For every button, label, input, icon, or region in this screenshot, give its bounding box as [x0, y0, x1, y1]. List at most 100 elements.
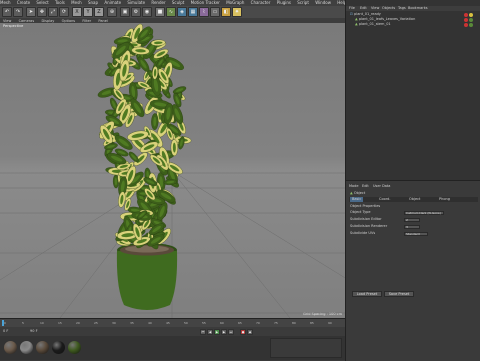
object-manager: File Edit View Objects Tags Bookmarks ⊡ …: [345, 0, 480, 180]
texture-tag-icon[interactable]: [469, 18, 473, 22]
subdivision-renderer-field[interactable]: 3: [404, 225, 420, 229]
om-menu-item[interactable]: Edit: [360, 6, 367, 11]
tab-phong[interactable]: Phong: [439, 197, 450, 202]
render-settings-icon[interactable]: ⚙: [131, 7, 141, 17]
y-axis-icon[interactable]: Y: [83, 7, 93, 17]
prev-frame-icon[interactable]: ◀: [207, 329, 213, 335]
timeline-tick-label: 25: [94, 321, 98, 325]
subdivide-uvs-select[interactable]: Standard: [404, 232, 428, 236]
timeline[interactable]: 0 5 10 15 20 25 30 35 40 45 50 55 60 65 70 75 80 85 90 0 F…: [0, 318, 345, 337]
timeline-tick-label: 35: [130, 321, 134, 325]
phong-tag-icon[interactable]: [469, 13, 473, 17]
viewport[interactable]: Perspective Grid Spacing : 100 cm: [0, 23, 345, 318]
field-label: Subdivide UVs: [350, 231, 376, 235]
tab-basic[interactable]: Basic: [350, 197, 364, 202]
end-frame[interactable]: 90 F: [30, 329, 38, 333]
plant-foliage: [97, 23, 192, 250]
object-type-select[interactable]: Catmull-Clark (N-Gons): [404, 211, 444, 215]
timeline-tick-label: 55: [202, 321, 206, 325]
attribute-tabs: Basic Coord. Object Phong: [349, 197, 478, 202]
timeline-tick-label: 45: [166, 321, 170, 325]
timeline-tick-label: 65: [238, 321, 242, 325]
spline-icon[interactable]: ∿: [166, 7, 176, 17]
scale-icon[interactable]: ⤢: [48, 7, 58, 17]
light-icon[interactable]: ✷: [232, 7, 242, 17]
coordinate-system-icon[interactable]: ⊕: [107, 7, 117, 17]
select-icon[interactable]: ➤: [26, 7, 36, 17]
material-swatch[interactable]: [20, 341, 33, 354]
om-menu-item[interactable]: File: [349, 6, 355, 11]
timeline-tick-label: 70: [256, 321, 260, 325]
camera-icon[interactable]: ◧: [221, 7, 231, 17]
section-title: Object Properties: [350, 204, 381, 208]
keyframe-icon[interactable]: ◆: [247, 329, 253, 335]
plant-pot: [116, 243, 178, 310]
record-icon[interactable]: ●: [240, 329, 246, 335]
timeline-tick-label: 50: [184, 321, 188, 325]
redo-icon[interactable]: ↷: [13, 7, 23, 17]
object-label: ▲ Object: [350, 191, 366, 195]
play-icon[interactable]: ▶: [214, 329, 220, 335]
timeline-tick-label: 15: [58, 321, 62, 325]
timeline-tick-label: 30: [112, 321, 116, 325]
material-swatch[interactable]: [52, 341, 65, 354]
object-manager-menu: File Edit View Objects Tags Bookmarks: [346, 6, 480, 11]
next-frame-icon[interactable]: ▶: [221, 329, 227, 335]
x-axis-icon[interactable]: X: [72, 7, 82, 17]
material-swatch[interactable]: [68, 341, 81, 354]
material-swatch[interactable]: [4, 341, 17, 354]
timeline-tick-label: 5: [22, 321, 24, 325]
field-label: Object Type: [350, 210, 371, 214]
timeline-tick-label: 85: [310, 321, 314, 325]
timeline-tick-label: 75: [274, 321, 278, 325]
timeline-ticks: 0 5 10 15 20 25 30 35 40 45 50 55 60 65 70 75 80 85 90: [0, 319, 345, 327]
timeline-tick-label: 40: [148, 321, 152, 325]
render-view-icon[interactable]: ▣: [120, 7, 130, 17]
first-frame-icon[interactable]: ⏮: [200, 329, 206, 335]
undo-icon[interactable]: ↶: [2, 7, 12, 17]
coordinates-panel[interactable]: [270, 338, 342, 358]
timeline-tick-label: 80: [292, 321, 296, 325]
om-menu-item[interactable]: Objects: [382, 6, 395, 11]
timeline-tick-label: 10: [40, 321, 44, 325]
array-icon[interactable]: ▦: [188, 7, 198, 17]
timeline-tick-label: 60: [220, 321, 224, 325]
om-menu-item[interactable]: Bookmarks: [408, 6, 428, 11]
move-icon[interactable]: ✥: [37, 7, 47, 17]
floor-icon[interactable]: ▭: [210, 7, 220, 17]
object-row[interactable]: ▲ plant_01_stem_01: [355, 22, 391, 27]
material-swatch[interactable]: [36, 341, 49, 354]
material-tag-icon[interactable]: [464, 23, 468, 27]
deformer-icon[interactable]: ⌇: [199, 7, 209, 17]
tab-coord[interactable]: Coord.: [379, 197, 390, 202]
z-axis-icon[interactable]: Z: [94, 7, 104, 17]
last-frame-icon[interactable]: ⏭: [228, 329, 234, 335]
timeline-tick-label: 20: [76, 321, 80, 325]
object-tags: [464, 13, 478, 28]
am-menu-item[interactable]: Mode: [349, 184, 359, 189]
rotate-icon[interactable]: ⟳: [59, 7, 69, 17]
am-menu-item[interactable]: Edit: [362, 184, 369, 189]
save-preset-button[interactable]: Save Preset: [384, 291, 414, 297]
attribute-manager-menu: Mode Edit User Data: [346, 184, 480, 189]
am-menu-item[interactable]: User Data: [373, 184, 390, 189]
load-preset-button[interactable]: Load Preset: [352, 291, 382, 297]
subdivision-icon[interactable]: ◈: [177, 7, 187, 17]
timeline-tick-label: 0: [4, 321, 6, 325]
subdivision-editor-field[interactable]: 2: [404, 218, 420, 222]
field-label: Subdivision Renderer: [350, 224, 388, 228]
timeline-tick-label: 90: [328, 321, 332, 325]
cube-icon[interactable]: ■: [155, 7, 165, 17]
field-label: Subdivision Editor: [350, 217, 382, 221]
tab-object[interactable]: Object: [409, 197, 420, 202]
om-menu-item[interactable]: View: [371, 6, 379, 11]
scene-canvas: [0, 23, 345, 318]
start-frame[interactable]: 0 F: [3, 329, 8, 333]
render-icon[interactable]: ◉: [142, 7, 152, 17]
material-manager: [0, 336, 345, 360]
attribute-manager: Mode Edit User Data ▲ Object Basic Coord…: [345, 180, 480, 361]
texture-tag-icon[interactable]: [469, 23, 473, 27]
material-tag-icon[interactable]: [464, 13, 468, 17]
om-menu-item[interactable]: Tags: [398, 6, 406, 11]
material-tag-icon[interactable]: [464, 18, 468, 22]
